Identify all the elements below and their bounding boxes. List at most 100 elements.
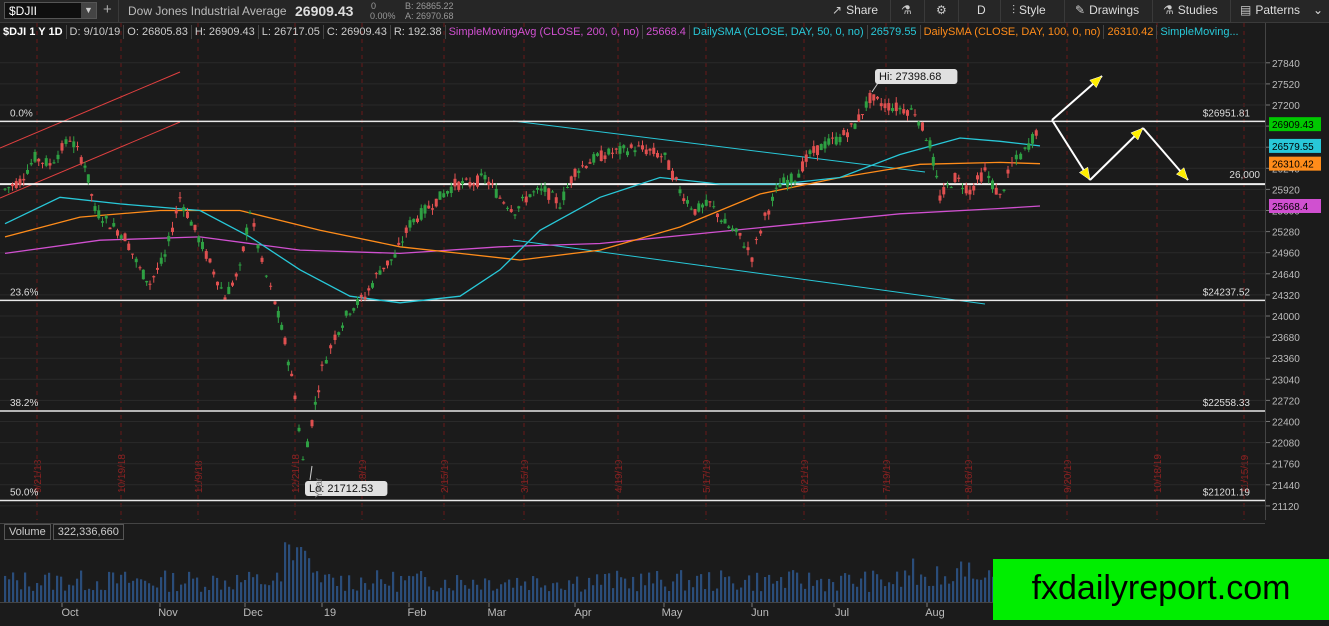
chevron-down-icon[interactable]: ▼	[81, 3, 96, 18]
candle-body	[193, 224, 197, 231]
candle-body	[145, 280, 149, 283]
study-sma200[interactable]: SimpleMovingAvg (CLOSE, 200, 0, no)	[446, 25, 644, 39]
drawings-button[interactable]: ✎ Drawings	[1075, 3, 1139, 17]
candle-body	[389, 259, 393, 261]
candle-body	[532, 191, 536, 193]
volume-bar	[144, 580, 147, 602]
study-sma50[interactable]: DailySMA (CLOSE, DAY, 50, 0, no)	[690, 25, 868, 39]
candle-body	[876, 96, 879, 99]
candle-body	[401, 241, 404, 243]
volume-bar	[540, 587, 543, 602]
patterns-button[interactable]: ▤ Patterns	[1240, 3, 1300, 17]
style-button[interactable]: ⫶ Style	[1012, 3, 1046, 18]
volume-bar	[676, 573, 679, 602]
volume-bar	[908, 575, 911, 602]
candle-body	[167, 236, 171, 242]
volume-bar	[24, 572, 27, 602]
candle-body	[1031, 134, 1034, 144]
time-axis-label: Feb	[408, 607, 427, 619]
volume-bar	[584, 589, 587, 602]
candle-body	[283, 337, 287, 345]
candle-body	[648, 148, 652, 151]
candle-body	[14, 181, 18, 188]
add-icon[interactable]: +	[103, 1, 112, 18]
price-axis-label: 25280	[1272, 228, 1300, 239]
price-chart[interactable]: 9/21/18 10/19/18 11/9/18 12/21/18 1/18/19 2/1…	[0, 23, 1265, 520]
volume-bar	[636, 591, 639, 602]
divider	[1152, 0, 1153, 22]
volume-bar	[292, 560, 295, 602]
candle-body	[641, 145, 644, 150]
sma50-line	[4, 137, 1041, 304]
symbol-input[interactable]: $DJII ▼	[4, 2, 97, 19]
volume-bar	[568, 580, 571, 602]
candle-body	[891, 108, 894, 111]
candle-body	[79, 157, 83, 164]
candle-body	[566, 186, 569, 188]
candle-body	[48, 163, 52, 166]
candle-body	[1019, 153, 1023, 160]
volume-bar	[516, 577, 519, 602]
volume-bar	[776, 580, 779, 602]
time-axis-label: Jul	[835, 607, 849, 619]
candle-body	[104, 216, 108, 219]
volume-bar	[200, 591, 203, 602]
candle-body	[386, 260, 389, 266]
candle-body	[141, 269, 145, 280]
volume-bar	[348, 575, 351, 602]
study-sma100[interactable]: DailySMA (CLOSE, DAY, 100, 0, no)	[921, 25, 1105, 39]
candle-body	[554, 197, 558, 204]
study-more[interactable]: SimpleMoving...	[1157, 25, 1241, 39]
candle-body	[704, 199, 708, 206]
support-line-label: 26,000	[1229, 170, 1260, 181]
chart-symbol[interactable]: $DJI 1 Y 1D	[0, 25, 67, 39]
date-label: 4/19/19	[614, 459, 625, 493]
divider	[118, 0, 119, 22]
candle-body	[808, 150, 812, 155]
flask-button[interactable]: ⚗	[901, 3, 916, 17]
candle-body	[423, 205, 427, 214]
volume-bar	[744, 579, 747, 602]
volume-bar	[972, 578, 975, 602]
volume-bar	[184, 583, 187, 602]
volume-bar	[248, 571, 251, 602]
candle-body	[842, 130, 846, 136]
volume-bar	[656, 570, 659, 602]
volume-bar	[760, 591, 763, 602]
fib-level-value: $21201.19	[1203, 488, 1251, 499]
price-axis-label: 23360	[1272, 354, 1300, 365]
candle-body	[771, 196, 774, 201]
volume-bar	[944, 576, 947, 602]
hi-callout-text: Hi: 27398.68	[879, 71, 941, 83]
studies-button[interactable]: ⚗ Studies	[1163, 3, 1218, 17]
candle-body	[320, 364, 324, 366]
chevron-down-icon[interactable]: ⌄	[1313, 3, 1323, 17]
candle-body	[3, 188, 7, 190]
candle-body	[727, 226, 731, 228]
volume-bar	[44, 574, 47, 602]
volume-bar	[100, 589, 103, 602]
price-axis[interactable]: 2784027520272002688026560262402592025600…	[1265, 23, 1329, 520]
volume-bar	[436, 591, 439, 602]
volume-bar	[180, 584, 183, 602]
volume-bar	[420, 571, 423, 602]
volume-bar	[316, 571, 319, 602]
date-label: 3/15/19	[520, 459, 531, 493]
candle-body	[562, 191, 566, 201]
fib-level-value: $24237.52	[1203, 287, 1251, 298]
volume-bar	[448, 588, 451, 602]
settings-button[interactable]: ⚙	[936, 3, 951, 17]
candle-body	[991, 180, 994, 190]
period-button[interactable]: D	[977, 3, 986, 17]
candle-body	[868, 92, 872, 104]
share-button[interactable]: ↗ Share	[832, 3, 878, 17]
volume-bar	[396, 591, 399, 602]
volume-bar	[920, 574, 923, 602]
volume-bar	[128, 582, 131, 602]
volume-bar	[576, 576, 579, 602]
candle-body	[942, 187, 946, 195]
volume-bar	[952, 581, 955, 602]
candle-body	[344, 310, 348, 316]
volume-bar	[792, 570, 795, 602]
divider	[890, 0, 891, 22]
